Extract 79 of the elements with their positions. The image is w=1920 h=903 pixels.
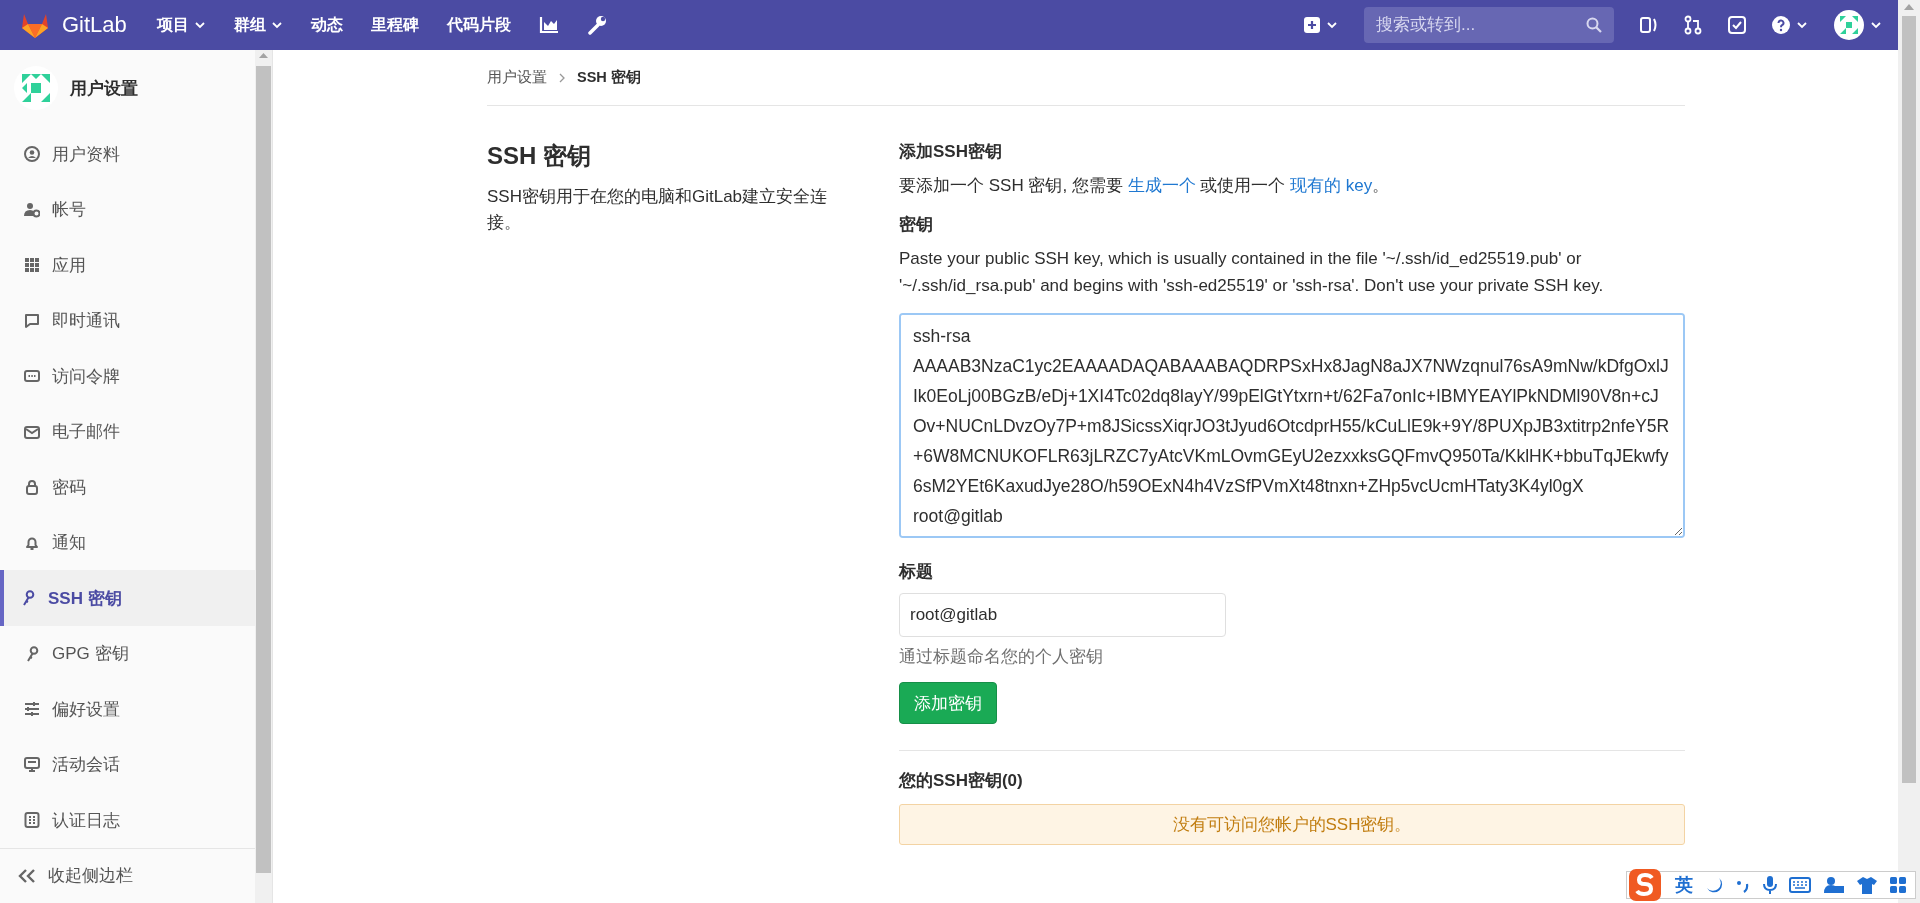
lock-icon	[24, 479, 40, 496]
double-chevron-icon	[18, 867, 36, 884]
input-mode-toggle[interactable]: 英	[1675, 873, 1693, 897]
breadcrumb-link[interactable]: 用户设置	[487, 68, 547, 87]
help-icon	[1772, 16, 1790, 34]
monitor-icon	[24, 756, 40, 773]
sidebar-item[interactable]: 访问令牌	[0, 348, 255, 405]
ime-logo[interactable]	[1627, 867, 1663, 903]
nav-link[interactable]: 群组	[233, 14, 283, 36]
intro-text: 要添加一个 SSH 密钥, 您需要 生成一个 或使用一个 现有的 key。	[899, 175, 1391, 197]
generate-link[interactable]: 生成一个	[1127, 176, 1196, 195]
field-hint: 通过标题命名您的个人密钥	[899, 646, 1104, 669]
profile-icon	[24, 146, 40, 163]
help-dropdown[interactable]	[1772, 16, 1808, 34]
caret-icon	[193, 19, 206, 31]
issues-icon[interactable]	[1640, 16, 1658, 34]
user-icon[interactable]	[1823, 876, 1845, 894]
shirt-icon[interactable]	[1857, 876, 1877, 894]
caret-icon	[1796, 19, 1808, 31]
form-heading: 添加SSH密钥	[899, 141, 1003, 163]
key-icon	[24, 645, 40, 662]
title-field[interactable]: root@gitlab	[899, 593, 1226, 638]
search-icon	[1586, 17, 1602, 33]
sidebar-item[interactable]: 即时通讯	[0, 293, 255, 349]
sidebar-item[interactable]: 认证日志	[0, 792, 255, 848]
user-dropdown[interactable]	[1834, 10, 1882, 40]
sidebar-item[interactable]: 用户资料	[0, 126, 255, 183]
avatar-icon	[1834, 10, 1864, 40]
microphone-icon[interactable]	[1763, 875, 1777, 895]
arrow-up-icon	[1904, 4, 1914, 10]
help-text: Paste your public SSH key, which is usually contained in the file '~/.ssh/id_ed25519.pub' or '~/.ssh/id_rsa.pub' and begins with 'ssh-ed25519' or 'ssh-rsa'. Don't use your private SSH key.	[899, 248, 1605, 297]
nav-link[interactable]: 项目	[156, 14, 206, 36]
sidebar-item[interactable]: 密码	[0, 459, 255, 515]
grid-icon[interactable]	[1889, 876, 1907, 894]
scrollbar[interactable]	[1898, 0, 1920, 903]
section-title: SSH 密钥	[487, 141, 592, 171]
chevron-icon	[559, 72, 565, 83]
sidebar-item[interactable]: SSH 密钥	[0, 570, 255, 626]
scrollbar[interactable]	[255, 50, 272, 903]
caret-icon	[270, 19, 283, 31]
todo-icon[interactable]	[1728, 16, 1746, 34]
caret-icon	[1870, 19, 1882, 31]
sliders-icon	[24, 701, 40, 718]
sidebar-title: 用户设置	[70, 77, 138, 100]
nav-link[interactable]: 代码片段	[446, 14, 511, 36]
sidebar-item[interactable]: 通知	[0, 515, 255, 571]
sidebar-item[interactable]: GPG 密钥	[0, 625, 255, 682]
wrench-icon[interactable]	[586, 15, 607, 35]
field-label: 密钥	[899, 214, 934, 237]
existing-key-link[interactable]: 现有的 key	[1290, 176, 1373, 195]
nav-link[interactable]: 里程碑	[370, 14, 419, 36]
keyboard-icon[interactable]	[1789, 877, 1811, 893]
sidebar-item[interactable]: 应用	[0, 237, 255, 294]
brand-name[interactable]: GitLab	[62, 12, 127, 38]
sidebar-item[interactable]: 电子邮件	[0, 404, 255, 460]
breadcrumb-link[interactable]: SSH 密钥	[577, 68, 641, 87]
token-icon	[24, 368, 40, 385]
arrow-up-icon	[259, 53, 268, 58]
user-gear-icon	[24, 201, 40, 218]
sidebar-item[interactable]: 帐号	[0, 182, 255, 238]
key-icon	[20, 590, 36, 607]
keys-heading: 您的SSH密钥(0)	[899, 770, 1024, 793]
plus-icon	[1304, 17, 1320, 33]
nav-link[interactable]: 动态	[310, 14, 343, 36]
caret-icon	[1326, 19, 1338, 31]
chat-icon	[24, 312, 40, 329]
field-label: 标题	[899, 561, 934, 584]
log-icon	[24, 812, 40, 829]
sidebar-item[interactable]: 偏好设置	[0, 681, 255, 737]
key-field[interactable]: ssh-rsa AAAAB3NzaC1yc2EAAAADAQABAAABAQDRPSxHx8JagN8aJX7NWzqnul76sA9mNw/kDfgOxlJIk0EoLj00BGzB/eDj+1XI4Tc02dq8layY/99pElGtYtxrn+t/62Fa7onIc+IBMYEAYlPkNDMl90V8n+cJOv+NUCnLDvzOy7P+m8JSicssXiqrJO3tJyud6OtcdprH55/kCuLlE9k+9Y/8PUXpJB3xtitrp2nfeY5R+6W8MCNUKOFLR63jLRZC7yAtcVKmLOvmGEyU2ezxxksGQFmvQ950Ta/KklHK+bbuTqJEkwfy6sM2YEt6KaxudJye28O/h59OExN4h4VzSfPVmXt48tnxn+ZHp5vcUcmHTaty3K4yl0gX root@gitlab	[899, 313, 1685, 539]
empty-alert: 没有可访问您帐户的SSH密钥。	[899, 804, 1685, 846]
new-dropdown[interactable]	[1304, 17, 1338, 33]
mail-icon	[24, 423, 40, 440]
grid-icon	[24, 257, 40, 274]
section-description: SSH密钥用于在您的电脑和GitLab建立安全连接。	[487, 186, 829, 234]
chart-icon[interactable]	[538, 16, 559, 34]
search-field[interactable]: 搜索或转到...	[1364, 7, 1614, 43]
sidebar-item[interactable]: 活动会话	[0, 736, 255, 793]
merge-request-icon[interactable]	[1684, 15, 1702, 35]
